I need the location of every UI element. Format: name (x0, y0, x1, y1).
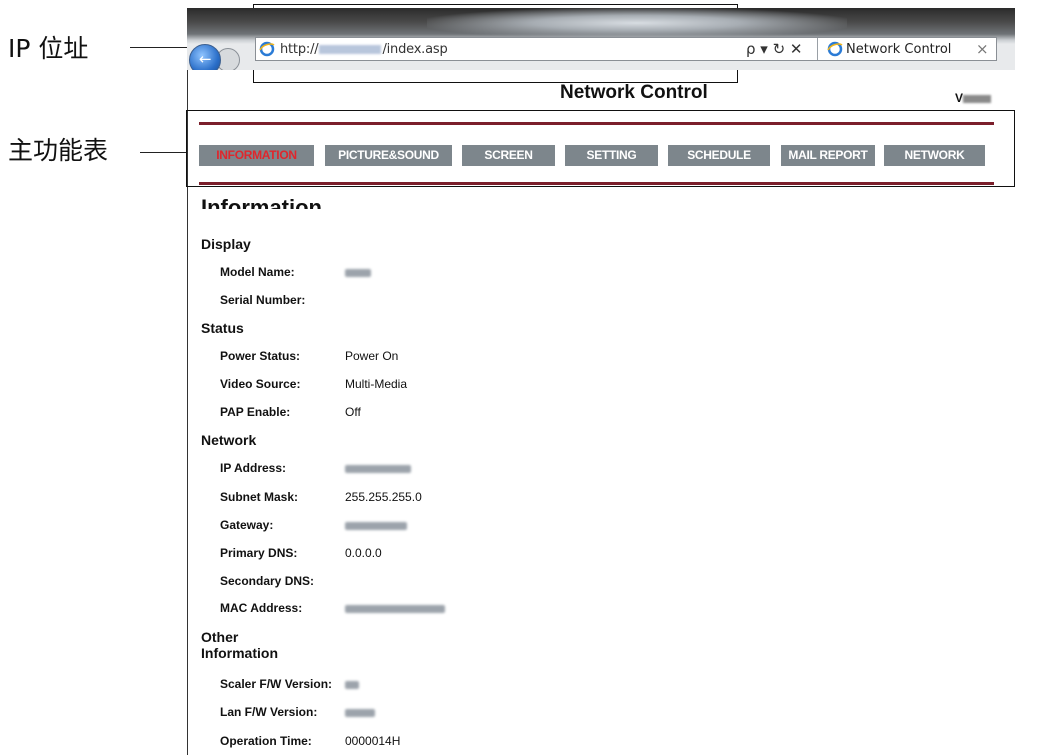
address-tools[interactable]: ρ ▾ ↻ ✕ (746, 40, 803, 58)
chrome-glow (427, 8, 847, 38)
lan-fw-version-value (345, 705, 375, 719)
video-source-value: Multi-Media (345, 377, 408, 391)
browser-chrome: ← http:// /index.asp ρ ▾ ↻ ✕ Network Cont… (187, 8, 1015, 70)
main-menu-callout-label: 主功能表 (8, 136, 109, 165)
menu-bottom-rule (199, 182, 994, 185)
gateway-value (345, 518, 407, 532)
menu-top-rule (199, 122, 994, 125)
ie-page-icon (259, 41, 275, 57)
address-url-suffix: /index.asp (382, 42, 448, 57)
network-heading: Network (201, 432, 257, 448)
pap-enable-label: PAP Enable: (220, 405, 291, 419)
tab-separator (817, 38, 818, 60)
display-heading: Display (201, 236, 251, 252)
ip-address-redacted (345, 464, 411, 473)
primary-dns-value: 0.0.0.0 (345, 546, 382, 560)
other-heading-line2: Information (201, 645, 278, 661)
model-name-redacted (345, 268, 371, 277)
other-information-heading: Other Information (201, 629, 278, 661)
scaler-fw-version-label: Scaler F/W Version: (220, 677, 333, 691)
menu-network[interactable]: NETWORK (884, 145, 985, 166)
scaler-fw-version-redacted (345, 680, 359, 689)
mac-address-label: MAC Address: (220, 601, 303, 615)
mac-address-value (345, 601, 445, 615)
mac-address-redacted (345, 604, 445, 613)
primary-dns-label: Primary DNS: (220, 546, 298, 560)
video-source-label: Video Source: (220, 377, 301, 391)
other-heading-line1: Other (201, 629, 239, 645)
address-url-prefix: http:// (280, 42, 319, 57)
version-label: V (955, 91, 992, 105)
power-status-label: Power Status: (220, 349, 301, 363)
subnet-mask-label: Subnet Mask: (220, 490, 299, 504)
subnet-mask-value: 255.255.255.0 (345, 490, 422, 504)
secondary-dns-label: Secondary DNS: (220, 574, 315, 588)
status-heading: Status (201, 320, 244, 336)
model-name-value (345, 265, 371, 279)
operation-time-label: Operation Time: (220, 734, 312, 748)
ip-address-label: IP Address: (220, 461, 287, 475)
address-bar[interactable]: http:// /index.asp ρ ▾ ↻ ✕ Network Contro… (255, 37, 997, 61)
gateway-label: Gateway: (220, 518, 274, 532)
model-name-label: Model Name: (220, 265, 295, 279)
menu-mail-report[interactable]: MAIL REPORT (781, 145, 875, 166)
menu-screen[interactable]: SCREEN (462, 145, 555, 166)
scaler-fw-version-value (345, 677, 359, 691)
ip-address-callout-label: IP 位址 (8, 34, 89, 63)
back-button[interactable]: ← (189, 44, 221, 70)
lan-fw-version-redacted (345, 708, 375, 717)
tab-close-icon[interactable]: × (976, 40, 989, 58)
information-heading: Information (201, 195, 322, 209)
menu-information[interactable]: INFORMATION (199, 145, 314, 166)
menu-setting[interactable]: SETTING (565, 145, 658, 166)
main-menu-callout-line (140, 152, 186, 153)
address-url[interactable]: http:// /index.asp (280, 42, 448, 57)
power-status-value: Power On (345, 349, 399, 363)
back-arrow-icon: ← (199, 50, 212, 68)
page-title: Network Control (560, 82, 708, 103)
serial-number-label: Serial Number: (220, 293, 306, 307)
gateway-redacted (345, 521, 407, 530)
pap-enable-value: Off (345, 405, 361, 419)
address-url-host-redacted (319, 45, 382, 54)
version-prefix: V (955, 91, 964, 105)
operation-time-value: 0000014H (345, 734, 401, 748)
tab-title[interactable]: Network Control (846, 42, 951, 57)
menu-schedule[interactable]: SCHEDULE (668, 145, 770, 166)
lan-fw-version-label: Lan F/W Version: (220, 705, 318, 719)
version-number-redacted (963, 94, 992, 103)
ip-address-value (345, 461, 411, 475)
menu-picture-sound[interactable]: PICTURE&SOUND (325, 145, 452, 166)
ie-tab-icon (827, 41, 843, 57)
